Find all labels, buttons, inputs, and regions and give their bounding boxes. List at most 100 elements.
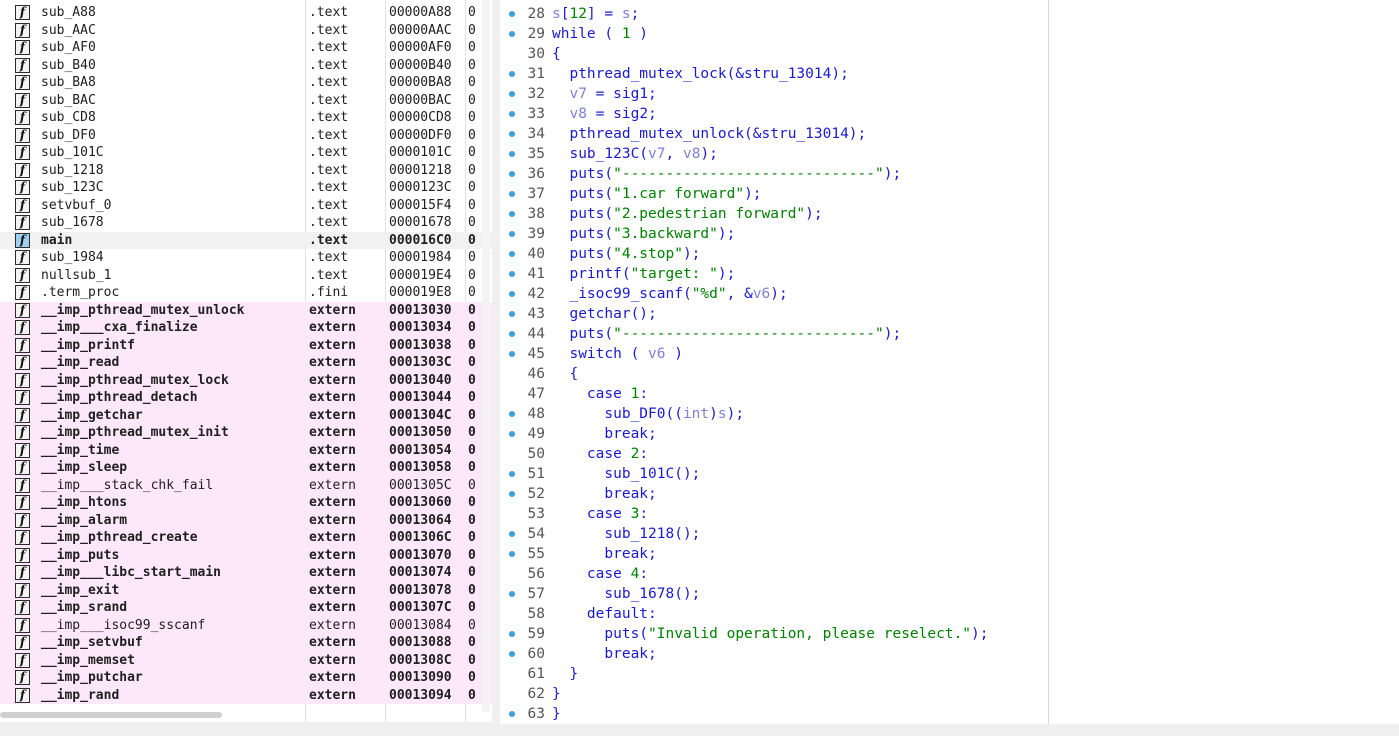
function-row[interactable]: f main .text 000016C0 0 — [0, 231, 492, 249]
breakpoint-dot-icon[interactable] — [509, 531, 515, 537]
breakpoint-dot-icon[interactable] — [509, 591, 515, 597]
function-row[interactable]: f __imp___libc_start_main extern 00013074 0 — [0, 564, 492, 582]
code-text: v8 = sig2; — [569, 106, 657, 122]
function-icon: f — [15, 250, 30, 265]
function-row[interactable]: f __imp_exit extern 00013078 0 — [0, 581, 492, 599]
function-row[interactable]: f __imp___isoc99_sscanf extern 00013084 0 — [0, 616, 492, 634]
breakpoint-dot-icon[interactable] — [509, 91, 515, 97]
function-row[interactable]: f __imp_sleep extern 00013058 0 — [0, 459, 492, 477]
breakpoint-dot-icon[interactable] — [509, 651, 515, 657]
code-text: sub_101C(); — [552, 466, 701, 482]
function-row[interactable]: f sub_AAC .text 00000AAC 0 — [0, 22, 492, 40]
function-row[interactable]: f __imp___cxa_finalize extern 00013034 0 — [0, 319, 492, 337]
function-start-address: 00013078 — [389, 582, 452, 598]
function-name: sub_101C — [41, 145, 104, 160]
function-row[interactable]: f nullsub_1 .text 000019E4 0 — [0, 267, 492, 285]
function-row[interactable]: f sub_1218 .text 00001218 0 — [0, 162, 492, 180]
function-segment: extern — [309, 460, 356, 475]
code-text: pthread_mutex_lock(&stru_13014); — [552, 66, 849, 82]
function-row[interactable]: f sub_1678 .text 00001678 0 — [0, 214, 492, 232]
breakpoint-dot-icon[interactable] — [509, 351, 515, 357]
line-number: 37 — [527, 186, 545, 202]
breakpoint-dot-icon[interactable] — [509, 131, 515, 137]
breakpoint-dot-icon[interactable] — [509, 11, 515, 17]
function-segment: extern — [309, 635, 356, 650]
breakpoint-dot-icon[interactable] — [509, 211, 515, 217]
function-row[interactable]: f sub_123C .text 0000123C 0 — [0, 179, 492, 197]
breakpoint-dot-icon[interactable] — [509, 491, 515, 497]
breakpoint-dot-icon[interactable] — [509, 171, 515, 177]
function-icon: f — [15, 652, 30, 668]
breakpoint-dot-icon[interactable] — [509, 251, 515, 257]
function-row[interactable]: f __imp_alarm extern 00013064 0 — [0, 511, 492, 529]
function-segment: .text — [309, 145, 349, 160]
function-row[interactable]: f sub_101C .text 0000101C 0 — [0, 144, 492, 162]
function-row[interactable]: f __imp_setvbuf extern 00013088 0 — [0, 634, 492, 652]
function-row[interactable]: f __imp_time extern 00013054 0 — [0, 441, 492, 459]
function-row[interactable]: f __imp_pthread_detach extern 00013044 0 — [0, 389, 492, 407]
breakpoint-dot-icon[interactable] — [509, 271, 515, 277]
function-row[interactable]: f sub_1984 .text 00001984 0 — [0, 249, 492, 267]
function-start-address: 0001306C — [389, 530, 452, 545]
functions-horizontal-scrollbar-thumb[interactable] — [0, 712, 222, 718]
function-row[interactable]: f .term_proc .fini 000019E8 0 — [0, 284, 492, 302]
breakpoint-dot-icon[interactable] — [509, 71, 515, 77]
function-row[interactable]: f __imp_rand extern 00013094 0 — [0, 686, 492, 704]
function-row[interactable]: f __imp_memset extern 0001308C 0 — [0, 651, 492, 669]
function-row[interactable]: f __imp___stack_chk_fail extern 0001305C 0 — [0, 476, 492, 494]
function-icon: f — [15, 565, 30, 580]
function-segment: extern — [309, 320, 356, 335]
line-number: 62 — [527, 686, 545, 702]
breakpoint-dot-icon[interactable] — [509, 291, 515, 297]
function-row[interactable]: f __imp_htons extern 00013060 0 — [0, 494, 492, 512]
breakpoint-dot-icon[interactable] — [509, 471, 515, 477]
breakpoint-dot-icon[interactable] — [509, 711, 515, 717]
function-row[interactable]: f __imp_pthread_mutex_init extern 00013050 0 — [0, 424, 492, 442]
function-start-address: 000015F4 — [389, 197, 452, 213]
pane-splitter[interactable] — [492, 0, 500, 736]
function-length-truncated: 0 — [468, 477, 476, 493]
function-row[interactable]: f __imp_puts extern 00013070 0 — [0, 546, 492, 564]
functions-vertical-scrollbar[interactable] — [482, 0, 490, 712]
function-name: __imp___isoc99_sscanf — [41, 617, 206, 633]
breakpoint-dot-icon[interactable] — [509, 191, 515, 197]
function-row[interactable]: f __imp_putchar extern 00013090 0 — [0, 669, 492, 687]
function-row[interactable]: f __imp_srand extern 0001307C 0 — [0, 599, 492, 617]
line-number: 45 — [527, 346, 545, 362]
line-number: 57 — [527, 586, 545, 602]
functions-list: f sub_A88 .text 00000A88 0 f sub_AAC .text 00000… — [0, 4, 492, 704]
breakpoint-dot-icon[interactable] — [509, 31, 515, 37]
function-row[interactable]: f __imp_read extern 0001303C 0 — [0, 354, 492, 372]
functions-status-bar — [0, 722, 492, 736]
breakpoint-dot-icon[interactable] — [509, 431, 515, 437]
function-row[interactable]: f __imp_printf extern 00013038 0 — [0, 336, 492, 354]
function-length-truncated: 0 — [468, 40, 476, 55]
function-start-address: 0000101C — [389, 145, 452, 160]
breakpoint-dot-icon[interactable] — [509, 231, 515, 237]
breakpoint-dot-icon[interactable] — [509, 151, 515, 157]
line-number: 36 — [527, 166, 545, 182]
breakpoint-dot-icon[interactable] — [509, 331, 515, 337]
function-row[interactable]: f sub_DF0 .text 00000DF0 0 — [0, 127, 492, 145]
line-number: 52 — [527, 486, 545, 502]
function-row[interactable]: f __imp_pthread_mutex_lock extern 00013040 0 — [0, 371, 492, 389]
function-segment: .text — [309, 180, 349, 195]
function-row[interactable]: f __imp_pthread_create extern 0001306C 0 — [0, 529, 492, 547]
breakpoint-dot-icon[interactable] — [509, 111, 515, 117]
function-row[interactable]: f __imp_getchar extern 0001304C 0 — [0, 406, 492, 424]
function-row[interactable]: f sub_CD8 .text 00000CD8 0 — [0, 109, 492, 127]
function-row[interactable]: f __imp_pthread_mutex_unlock extern 0001303… — [0, 301, 492, 319]
line-number: 51 — [527, 466, 545, 482]
function-row[interactable]: f sub_B40 .text 00000B40 0 — [0, 57, 492, 75]
code-text: v7 = sig1; — [569, 86, 657, 102]
function-row[interactable]: f sub_BA8 .text 00000BA8 0 — [0, 74, 492, 92]
breakpoint-dot-icon[interactable] — [509, 311, 515, 317]
breakpoint-dot-icon[interactable] — [509, 551, 515, 557]
function-row[interactable]: f sub_BAC .text 00000BAC 0 — [0, 92, 492, 110]
breakpoint-dot-icon[interactable] — [509, 631, 515, 637]
function-row[interactable]: f sub_AF0 .text 00000AF0 0 — [0, 39, 492, 57]
function-row[interactable]: f sub_A88 .text 00000A88 0 — [0, 4, 492, 22]
breakpoint-dot-icon[interactable] — [509, 411, 515, 417]
pseudocode-view[interactable]: 28 s[12] = s; 29 while ( 1 ) 30 {31 pthread_m… — [500, 0, 1399, 724]
function-row[interactable]: f setvbuf_0 .text 000015F4 0 — [0, 197, 492, 215]
